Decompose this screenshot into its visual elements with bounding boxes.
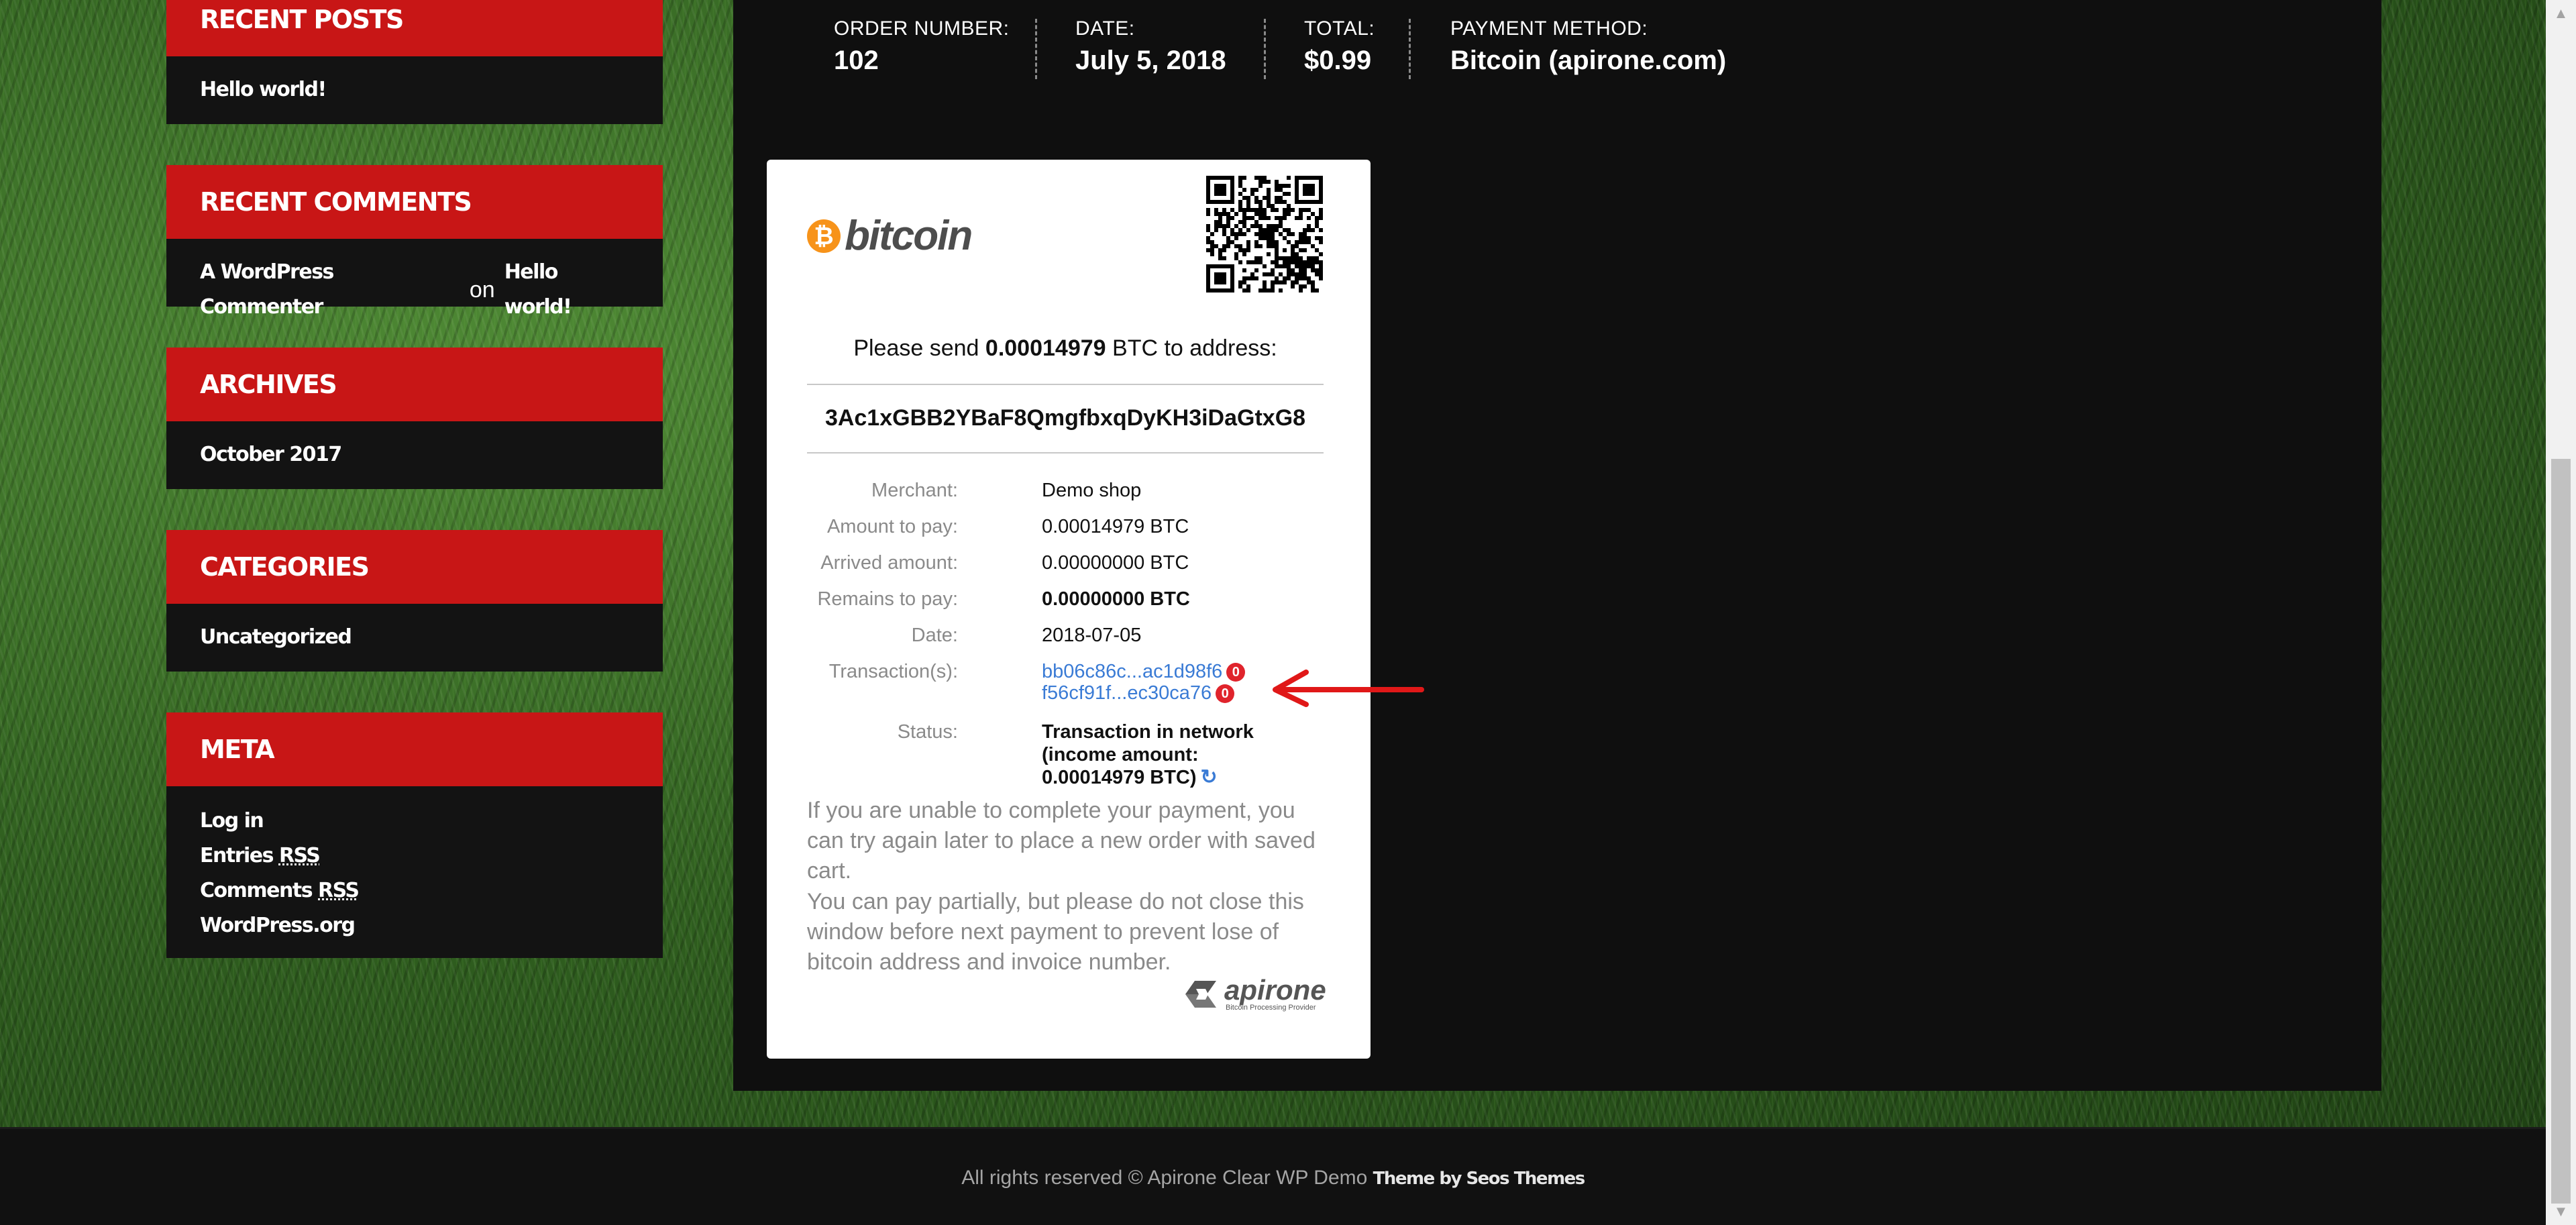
status-line: 0.00014979 BTC) ↻: [1042, 766, 1254, 789]
meta-widget: META Log in Entries RSS Comments RSS Wor…: [166, 712, 663, 958]
comments-label: Comments: [200, 879, 313, 902]
send-instruction: Please send 0.00014979 BTC to address:: [807, 335, 1324, 362]
bitcoin-icon: ₿: [807, 219, 841, 253]
arrived-label: Arrived amount:: [820, 552, 958, 574]
bitcoin-wordmark: bitcoin: [845, 213, 973, 259]
recent-comments-title: RECENT COMMENTS: [166, 165, 663, 239]
categories-widget: CATEGORIES Uncategorized: [166, 530, 663, 672]
status-amount: 0.00014979 BTC): [1042, 767, 1197, 788]
remains-label: Remains to pay:: [817, 588, 958, 610]
status-row: Status: Transaction in network (income a…: [807, 721, 1324, 794]
meta-entries-rss-link[interactable]: Entries RSS: [200, 839, 629, 873]
transactions-label: Transaction(s):: [828, 661, 958, 682]
recent-posts-widget: RECENT POSTS Hello world!: [166, 0, 663, 124]
confirmations-badge: 0: [1226, 663, 1246, 682]
meta-comments-rss-link[interactable]: Comments RSS: [200, 873, 629, 908]
order-total: TOTAL: $0.99: [1304, 17, 1408, 76]
order-number: ORDER NUMBER: 102: [834, 17, 1043, 76]
order-total-label: TOTAL:: [1304, 17, 1375, 40]
meta-title: META: [166, 712, 663, 786]
comment-on-word: on: [469, 276, 495, 303]
page-scrollbar[interactable]: ▲ ▼: [2546, 0, 2576, 1225]
entries-label: Entries: [200, 844, 274, 867]
amount-value: 0.00014979 BTC: [1042, 516, 1189, 537]
rss-abbr: RSS: [278, 844, 321, 867]
categories-title: CATEGORIES: [166, 530, 663, 604]
archives-widget: ARCHIVES October 2017: [166, 348, 663, 489]
order-separator: [1035, 19, 1037, 79]
payment-method-value: Bitcoin (apirone.com): [1450, 46, 1727, 75]
apirone-tagline: Bitcoin Processing Provider: [1226, 1004, 1316, 1012]
meta-login-link[interactable]: Log in: [200, 804, 629, 839]
recent-comments-widget: RECENT COMMENTS A WordPress Commenter on…: [166, 165, 663, 319]
status-value: Transaction in network (income amount: 0…: [1042, 721, 1254, 789]
annotation-arrow-icon: [1273, 670, 1424, 707]
scroll-down-icon[interactable]: ▼: [2546, 1198, 2576, 1225]
refresh-icon[interactable]: ↻: [1201, 766, 1218, 788]
theme-credit-link[interactable]: Theme by Seos Themes: [1373, 1169, 1586, 1189]
divider: [807, 452, 1324, 454]
status-label: Status:: [897, 721, 958, 743]
meta-wordpress-org-link[interactable]: WordPress.org: [200, 908, 629, 943]
send-amount: 0.00014979: [985, 335, 1106, 361]
scrollbar-thumb[interactable]: [2551, 459, 2571, 1204]
date-label: Date:: [911, 625, 958, 646]
order-date-value: July 5, 2018: [1075, 46, 1226, 75]
order-number-label: ORDER NUMBER:: [834, 17, 1010, 40]
transaction-link[interactable]: bb06c86c...ac1d98f6: [1042, 661, 1222, 682]
payment-method-label: PAYMENT METHOD:: [1450, 17, 1648, 40]
bitcoin-invoice: ₿ bitcoin Please send 0.00014979 BTC to …: [767, 160, 1371, 1059]
qr-code: [1206, 176, 1323, 292]
merchant-value: Demo shop: [1042, 480, 1142, 501]
comment-author-link[interactable]: A WordPress Commenter: [200, 255, 460, 325]
order-number-value: 102: [834, 46, 879, 75]
order-date: DATE: July 5, 2018: [1075, 17, 1260, 76]
scroll-up-icon[interactable]: ▲: [2546, 0, 2576, 27]
site-footer: All rights reserved © Apirone Clear WP D…: [0, 1129, 2546, 1225]
order-separator: [1264, 19, 1266, 79]
send-suffix: BTC to address:: [1112, 335, 1277, 361]
date-value: 2018-07-05: [1042, 625, 1142, 646]
bitcoin-logo: ₿ bitcoin: [807, 212, 973, 260]
divider: [807, 384, 1324, 385]
bitcoin-address[interactable]: 3Ac1xGBB2YBaF8QmgfbxqDyKH3iDaGtxG8: [807, 405, 1324, 431]
recent-posts-title: RECENT POSTS: [166, 0, 663, 56]
amount-label: Amount to pay:: [826, 516, 958, 537]
send-prefix: Please send: [853, 335, 979, 361]
main-content: ORDER NUMBER: 102 DATE: July 5, 2018 TOT…: [733, 0, 2381, 1091]
arrived-value: 0.00000000 BTC: [1042, 552, 1189, 574]
order-payment-method: PAYMENT METHOD: Bitcoin (apirone.com): [1450, 17, 1760, 76]
recent-post-link[interactable]: Hello world!: [200, 72, 629, 107]
order-details: ORDER NUMBER: 102 DATE: July 5, 2018 TOT…: [733, 0, 2381, 81]
order-separator: [1409, 19, 1411, 79]
footer-text: All rights reserved © Apirone Clear WP D…: [0, 1167, 2546, 1189]
apirone-mark-icon: [1185, 981, 1216, 1008]
category-link[interactable]: Uncategorized: [200, 620, 629, 655]
copyright-text: All rights reserved © Apirone Clear WP D…: [961, 1167, 1368, 1189]
order-date-label: DATE:: [1075, 17, 1135, 40]
partial-payment-note: You can pay partially, but please do not…: [807, 889, 1304, 975]
status-line: Transaction in network: [1042, 721, 1254, 743]
confirmations-badge: 0: [1216, 684, 1235, 704]
status-line: (income amount:: [1042, 744, 1199, 765]
order-total-value: $0.99: [1304, 46, 1372, 75]
archive-link[interactable]: October 2017: [200, 437, 629, 472]
comment-post-link[interactable]: Hello world!: [504, 255, 629, 325]
retry-note: If you are unable to complete your payme…: [807, 798, 1316, 884]
transactions-list: bb06c86c...ac1d98f6 0 f56cf91f...ec30ca76…: [1042, 660, 1246, 704]
transaction-item: bb06c86c...ac1d98f6 0: [1042, 660, 1246, 683]
merchant-label: Merchant:: [871, 480, 958, 501]
remains-value: 0.00000000 BTC: [1042, 588, 1190, 610]
rss-abbr: RSS: [318, 879, 360, 902]
transaction-item: f56cf91f...ec30ca76 0: [1042, 682, 1245, 704]
transactions-row: Transaction(s): bb06c86c...ac1d98f6 0 f56…: [807, 660, 1324, 707]
apirone-logo[interactable]: apirone Bitcoin Processing Provider: [1183, 974, 1326, 1012]
archives-title: ARCHIVES: [166, 348, 663, 421]
apirone-wordmark: apirone: [1224, 974, 1326, 1006]
transaction-link[interactable]: f56cf91f...ec30ca76: [1042, 682, 1212, 704]
